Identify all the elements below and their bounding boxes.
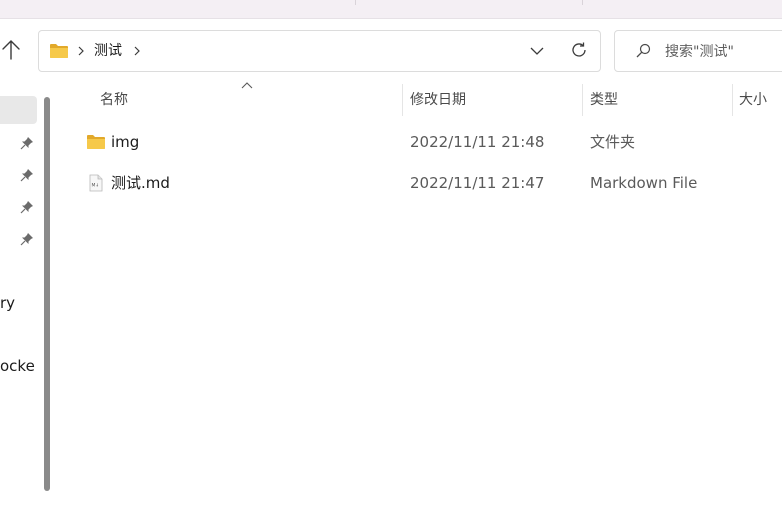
pin-icon[interactable] [20, 200, 34, 214]
column-header-date-modified[interactable]: 修改日期 [410, 91, 466, 109]
navigation-pane: ry ocke [0, 80, 60, 511]
up-button[interactable] [0, 36, 22, 66]
file-date-modified: 2022/11/11 21:47 [410, 174, 545, 192]
breadcrumb-current-folder[interactable]: 测试 [94, 42, 122, 60]
chevron-down-icon[interactable] [529, 43, 545, 59]
svg-text:M↓: M↓ [92, 183, 100, 189]
arrow-up-icon [2, 40, 20, 60]
file-name[interactable]: img [111, 133, 139, 151]
file-date-modified: 2022/11/11 21:48 [410, 133, 545, 151]
nav-item-label[interactable]: ocke [0, 357, 35, 375]
pin-icon[interactable] [20, 232, 34, 246]
column-header-size[interactable]: 大小 [739, 91, 767, 109]
sort-ascending-icon [241, 82, 253, 89]
file-type: Markdown File [590, 174, 698, 192]
nav-item-selected[interactable] [0, 96, 37, 124]
pin-icon[interactable] [20, 168, 34, 182]
address-bar[interactable]: 测试 [38, 30, 601, 72]
search-box[interactable]: 搜索"测试" [614, 30, 782, 72]
tab-divider [582, 0, 583, 5]
column-divider[interactable] [582, 84, 583, 116]
file-name[interactable]: 测试.md [111, 174, 170, 192]
pin-icon[interactable] [20, 136, 34, 150]
file-explorer-window: 测试 搜索"测试" ry ocke 名称 修改日期 类型 大小 img 2022… [0, 0, 782, 511]
chevron-right-icon[interactable] [132, 43, 142, 59]
refresh-icon[interactable] [570, 41, 588, 59]
column-header-type[interactable]: 类型 [590, 91, 618, 109]
search-icon [636, 43, 651, 58]
search-input[interactable]: 搜索"测试" [665, 43, 734, 61]
tab-divider [355, 0, 356, 5]
file-type: 文件夹 [590, 133, 636, 151]
markdown-file-icon: M↓ [89, 174, 103, 192]
column-header-name[interactable]: 名称 [100, 91, 128, 109]
tab-strip [0, 0, 782, 19]
folder-icon [87, 135, 105, 149]
column-divider[interactable] [732, 84, 733, 116]
folder-icon [50, 44, 68, 58]
file-row[interactable]: M↓ 测试.md 2022/11/11 21:47 Markdown File [70, 167, 782, 199]
file-row[interactable]: img 2022/11/11 21:48 文件夹 [70, 126, 782, 158]
nav-item-label[interactable]: ry [0, 294, 15, 312]
column-divider[interactable] [402, 84, 403, 116]
chevron-right-icon[interactable] [76, 43, 86, 59]
nav-scrollbar[interactable] [44, 97, 50, 491]
